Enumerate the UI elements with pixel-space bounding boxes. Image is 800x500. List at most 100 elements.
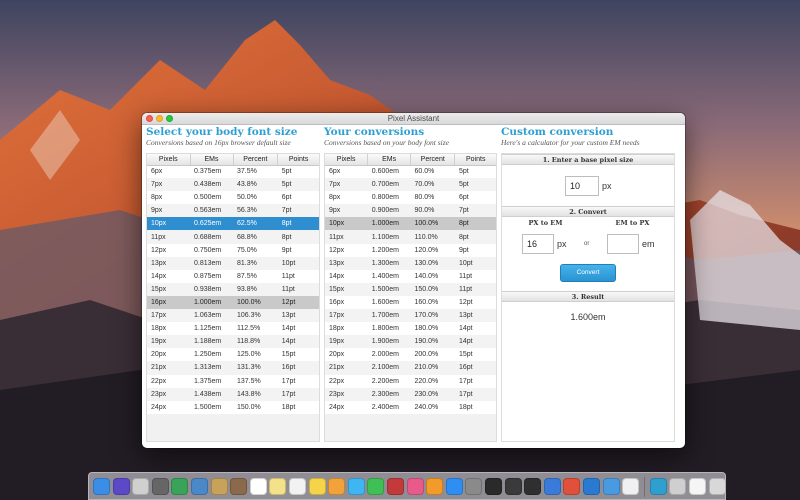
- terminal-icon[interactable]: [485, 478, 502, 495]
- table-row[interactable]: 12px 0.750em 75.0% 9pt: [147, 243, 319, 257]
- app-store-grid-icon[interactable]: [171, 478, 189, 495]
- base-pixel-input[interactable]: 10: [565, 176, 599, 196]
- table-row[interactable]: 6px 0.600em 60.0% 5pt: [325, 165, 496, 179]
- trash-icon[interactable]: [708, 478, 726, 495]
- music-icon[interactable]: [406, 478, 424, 495]
- table-row[interactable]: 11px 1.100em 110.0% 8pt: [325, 230, 496, 244]
- table-cell: 5pt: [277, 178, 319, 192]
- table-row[interactable]: 8px 0.800em 80.0% 6pt: [325, 191, 496, 205]
- photo-booth-icon[interactable]: [387, 478, 404, 495]
- conversions-table[interactable]: Pixels EMs Percent Points 6px 0.600em 60.0% 5p…: [324, 153, 497, 442]
- table-row[interactable]: 9px 0.563em 56.3% 7pt: [147, 204, 319, 218]
- column-header[interactable]: Percent: [233, 154, 279, 166]
- column-header[interactable]: Pixels: [325, 154, 369, 166]
- table-row[interactable]: 21px 1.313em 131.3% 16pt: [147, 361, 319, 375]
- column-header[interactable]: Pixels: [147, 154, 191, 166]
- column-header[interactable]: Points: [277, 154, 319, 166]
- document-icon[interactable]: [689, 478, 706, 495]
- table-row[interactable]: 18px 1.800em 180.0% 14pt: [325, 322, 496, 336]
- window-titlebar[interactable]: Pixel Assistant: [142, 113, 685, 125]
- launchpad-icon[interactable]: [132, 478, 150, 495]
- facetime-icon[interactable]: [367, 478, 385, 495]
- messages-icon[interactable]: [347, 478, 365, 495]
- table-cell: 9pt: [277, 243, 319, 257]
- table-cell: 15px: [147, 282, 190, 296]
- mail-icon[interactable]: [210, 478, 228, 495]
- pixel-assistant-icon[interactable]: [649, 478, 667, 495]
- table-row[interactable]: 11px 0.688em 68.8% 8pt: [147, 230, 319, 244]
- table-row[interactable]: 19px 1.900em 190.0% 14pt: [325, 335, 496, 349]
- table-cell: 1.125em: [190, 322, 233, 336]
- table-cell: 0.938em: [190, 282, 233, 296]
- table-row[interactable]: 13px 1.300em 130.0% 10pt: [325, 256, 496, 270]
- photos-icon[interactable]: [328, 478, 346, 495]
- table-row[interactable]: 23px 1.438em 143.8% 17pt: [147, 387, 319, 401]
- table-row[interactable]: 15px 0.938em 93.8% 11pt: [147, 282, 319, 296]
- table-row[interactable]: 24px 2.400em 240.0% 18pt: [325, 400, 496, 414]
- table-row[interactable]: 10px 1.000em 100.0% 8pt: [325, 217, 496, 231]
- calendar-icon[interactable]: [249, 478, 267, 495]
- table-cell: 70.0%: [410, 178, 455, 192]
- table-row[interactable]: 20px 1.250em 125.0% 15pt: [147, 348, 319, 362]
- table-cell: 0.500em: [190, 191, 233, 205]
- finder-icon[interactable]: [93, 478, 110, 495]
- table-row[interactable]: 18px 1.125em 112.5% 14pt: [147, 322, 319, 336]
- table-row[interactable]: 17px 1.700em 170.0% 13pt: [325, 309, 496, 323]
- rocket-icon[interactable]: [151, 478, 169, 495]
- table-cell: 5pt: [454, 165, 496, 179]
- table-row[interactable]: 16px 1.600em 160.0% 12pt: [325, 295, 496, 310]
- table-row[interactable]: 24px 1.500em 150.0% 18pt: [147, 400, 319, 414]
- em-to-px-input[interactable]: [607, 234, 639, 254]
- column-header[interactable]: EMs: [190, 154, 234, 166]
- photos-viewer-icon[interactable]: [191, 478, 208, 495]
- table-cell: 150.0%: [410, 282, 455, 296]
- xcode-icon[interactable]: [602, 478, 620, 495]
- table-cell: 1.063em: [190, 309, 233, 323]
- contacts-icon[interactable]: [230, 478, 248, 495]
- table-cell: 125.0%: [233, 348, 278, 362]
- table-row[interactable]: 12px 1.200em 120.0% 9pt: [325, 243, 496, 257]
- table-row[interactable]: 14px 1.400em 140.0% 11pt: [325, 269, 496, 283]
- books-icon[interactable]: [426, 478, 444, 495]
- table-row[interactable]: 10px 0.625em 62.5% 8pt: [147, 217, 319, 231]
- notes-icon[interactable]: [269, 478, 287, 495]
- table-row[interactable]: 15px 1.500em 150.0% 11pt: [325, 282, 496, 296]
- activity-monitor-icon[interactable]: [524, 478, 542, 495]
- table-row[interactable]: 19px 1.188em 118.8% 14pt: [147, 335, 319, 349]
- table-cell: 14px: [325, 269, 368, 283]
- stickies-icon[interactable]: [308, 478, 326, 495]
- table-row[interactable]: 21px 2.100em 210.0% 16pt: [325, 361, 496, 375]
- siri-icon[interactable]: [112, 478, 130, 495]
- select-font-size-table[interactable]: Pixels EMs Percent Points 6px 0.375em 37.5% 5p…: [146, 153, 320, 442]
- table-row[interactable]: 8px 0.500em 50.0% 6pt: [147, 191, 319, 205]
- table-row[interactable]: 22px 1.375em 137.5% 17pt: [147, 374, 319, 388]
- table-row[interactable]: 7px 0.438em 43.8% 5pt: [147, 178, 319, 192]
- dock: [88, 472, 726, 500]
- preferences-icon[interactable]: [465, 478, 483, 495]
- table-row[interactable]: 22px 2.200em 220.0% 17pt: [325, 374, 496, 388]
- text-icon[interactable]: [622, 478, 640, 495]
- chrome-icon[interactable]: [563, 478, 581, 495]
- console-icon[interactable]: [504, 478, 522, 495]
- table-row[interactable]: 9px 0.900em 90.0% 7pt: [325, 204, 496, 218]
- table-row[interactable]: 6px 0.375em 37.5% 5pt: [147, 165, 319, 179]
- column-header[interactable]: EMs: [367, 154, 411, 166]
- table-row[interactable]: 16px 1.000em 100.0% 12pt: [147, 295, 319, 310]
- column-header[interactable]: Points: [454, 154, 496, 166]
- vscode-icon[interactable]: [583, 478, 600, 495]
- convert-button[interactable]: Convert: [560, 264, 616, 282]
- table-cell: 200.0%: [410, 348, 455, 362]
- table-row[interactable]: 23px 2.300em 230.0% 17pt: [325, 387, 496, 401]
- column-header[interactable]: Percent: [410, 154, 456, 166]
- wifi-icon[interactable]: [669, 478, 687, 495]
- table-row[interactable]: 17px 1.063em 106.3% 13pt: [147, 309, 319, 323]
- px-to-em-input[interactable]: 16: [522, 234, 554, 254]
- table-row[interactable]: 7px 0.700em 70.0% 5pt: [325, 178, 496, 192]
- reminders-icon[interactable]: [289, 478, 306, 495]
- table-row[interactable]: 20px 2.000em 200.0% 15pt: [325, 348, 496, 362]
- app-store-icon[interactable]: [445, 478, 463, 495]
- table-row[interactable]: 13px 0.813em 81.3% 10pt: [147, 256, 319, 270]
- safari-icon[interactable]: [543, 478, 561, 495]
- table-row[interactable]: 14px 0.875em 87.5% 11pt: [147, 269, 319, 283]
- table-cell: 20px: [147, 348, 190, 362]
